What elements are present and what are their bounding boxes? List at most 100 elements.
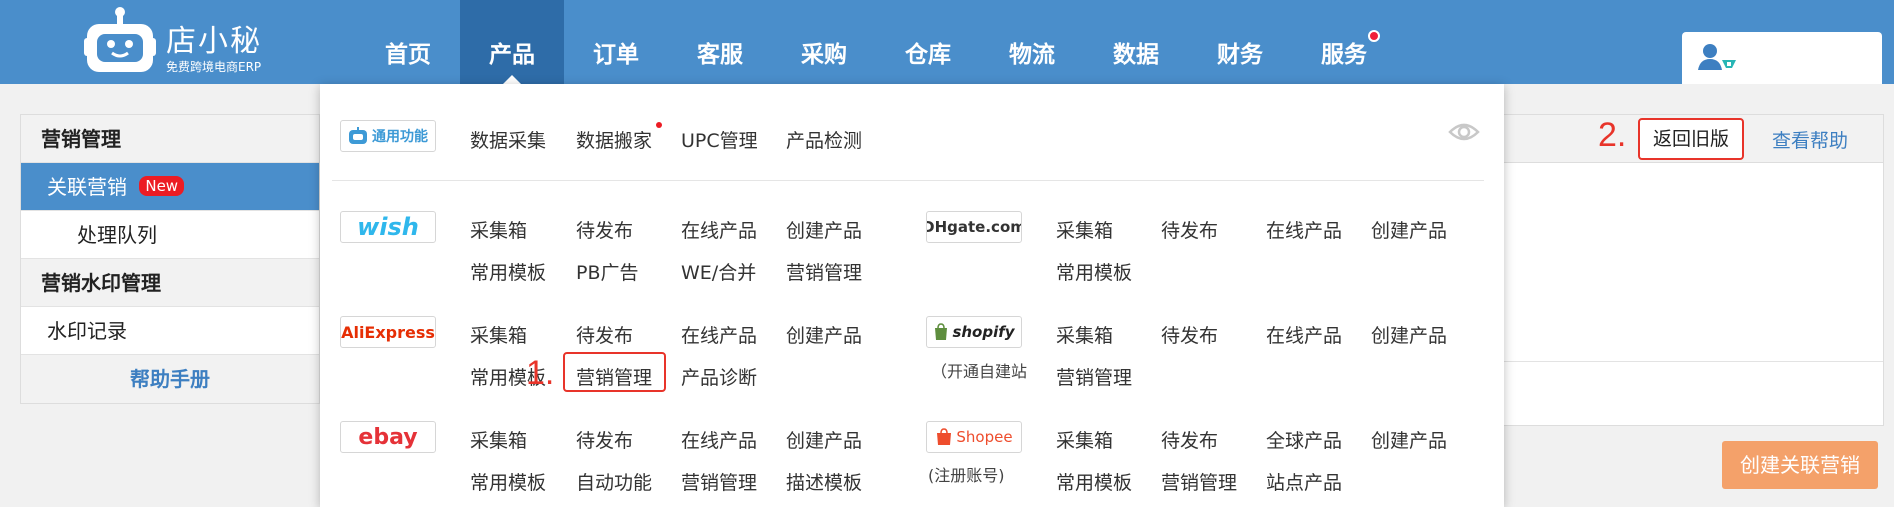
shopee-templates[interactable]: 常用模板 <box>1056 468 1132 495</box>
app-logo[interactable]: 店小秘 免费跨境电商ERP <box>84 6 284 76</box>
eye-icon[interactable] <box>1448 120 1480 144</box>
nav-purchase[interactable]: 采购 <box>772 0 876 84</box>
notification-dot <box>1368 30 1380 42</box>
shopify-marketing[interactable]: 营销管理 <box>1056 363 1132 390</box>
robot-small-icon <box>349 127 367 144</box>
dhgate-pending[interactable]: 待发布 <box>1161 216 1218 243</box>
shopify-create-product[interactable]: 创建产品 <box>1371 321 1447 348</box>
robot-logo-icon <box>84 7 156 72</box>
nav-orders[interactable]: 订单 <box>564 0 668 84</box>
wish-collection-box[interactable]: 采集箱 <box>470 216 527 243</box>
wish-templates[interactable]: 常用模板 <box>470 258 546 285</box>
ebay-online-products[interactable]: 在线产品 <box>681 426 757 453</box>
ebay-marketing[interactable]: 营销管理 <box>681 468 757 495</box>
back-to-old-version-button[interactable]: 返回旧版 <box>1638 118 1744 160</box>
wish-pending[interactable]: 待发布 <box>576 216 633 243</box>
link-data-collection[interactable]: 数据采集 <box>470 126 546 153</box>
sidebar-item-watermark-records[interactable]: 水印记录 <box>21 307 319 355</box>
shopee-marketing[interactable]: 营销管理 <box>1161 468 1237 495</box>
red-dot-indicator <box>656 122 662 128</box>
dhgate-create-product[interactable]: 创建产品 <box>1371 216 1447 243</box>
view-help-link[interactable]: 查看帮助 <box>1772 126 1848 153</box>
aliexpress-product-diagnosis[interactable]: 产品诊断 <box>681 363 757 390</box>
nav-products[interactable]: 产品 <box>460 0 564 84</box>
dhgate-templates[interactable]: 常用模板 <box>1056 258 1132 285</box>
shopee-collection-box[interactable]: 采集箱 <box>1056 426 1113 453</box>
sidebar-item-label: 关联营销 <box>47 175 127 199</box>
sidebar-section-marketing: 营销管理 <box>21 115 319 163</box>
nav-services-label: 服务 <box>1321 42 1367 68</box>
shopee-global-products[interactable]: 全球产品 <box>1266 426 1342 453</box>
shopee-register-link[interactable]: (注册账号) <box>928 462 1005 486</box>
link-data-migration[interactable]: 数据搬家 <box>576 126 652 153</box>
aliexpress-logo: AliExpress <box>340 316 436 348</box>
wish-we-merge[interactable]: WE/合并 <box>681 258 756 285</box>
shopee-logo-text: Shopee <box>956 428 1013 446</box>
link-product-detection[interactable]: 产品检测 <box>786 126 862 153</box>
shopify-open-site-link[interactable]: （开通自建站 <box>931 358 1027 382</box>
wish-logo: wish <box>340 211 436 243</box>
wish-marketing[interactable]: 营销管理 <box>786 258 862 285</box>
dhgate-collection-box[interactable]: 采集箱 <box>1056 216 1113 243</box>
ebay-logo: ebay <box>340 421 436 453</box>
shopee-bag-icon <box>937 428 952 445</box>
wish-online-products[interactable]: 在线产品 <box>681 216 757 243</box>
user-menu[interactable] <box>1682 32 1882 84</box>
shopify-online-products[interactable]: 在线产品 <box>1266 321 1342 348</box>
ebay-collection-box[interactable]: 采集箱 <box>470 426 527 453</box>
shopify-bag-icon <box>935 323 948 340</box>
wish-create-product[interactable]: 创建产品 <box>786 216 862 243</box>
link-upc-management[interactable]: UPC管理 <box>681 126 758 153</box>
dhgate-online-products[interactable]: 在线产品 <box>1266 216 1342 243</box>
sidebar-item-queue[interactable]: 处理队列 <box>21 211 319 259</box>
aliexpress-collection-box[interactable]: 采集箱 <box>470 321 527 348</box>
help-manual-link[interactable]: 帮助手册 <box>21 355 319 403</box>
create-related-marketing-button[interactable]: 创建关联营销 <box>1722 441 1878 489</box>
brand-name: 店小秘 <box>166 24 262 59</box>
ebay-create-product[interactable]: 创建产品 <box>786 426 862 453</box>
nav-data[interactable]: 数据 <box>1084 0 1188 84</box>
dropdown-divider <box>332 180 1484 181</box>
annotation-marker-1: 1. <box>526 354 555 392</box>
nav-logistics[interactable]: 物流 <box>980 0 1084 84</box>
sidebar-section-watermark: 营销水印管理 <box>21 259 319 307</box>
products-dropdown-menu: 通用功能 数据采集 数据搬家 UPC管理 产品检测 wish 采集箱 待发布 在… <box>320 84 1504 507</box>
sidebar: 营销管理 关联营销 New 处理队列 营销水印管理 水印记录 帮助手册 <box>20 114 320 404</box>
user-plus-icon <box>1698 44 1736 70</box>
aliexpress-marketing[interactable]: 营销管理 <box>576 363 652 390</box>
wish-logo-text: wish <box>357 213 419 241</box>
shopee-create-product[interactable]: 创建产品 <box>1371 426 1447 453</box>
ebay-templates[interactable]: 常用模板 <box>470 468 546 495</box>
ebay-pending[interactable]: 待发布 <box>576 426 633 453</box>
ebay-auto-functions[interactable]: 自动功能 <box>576 468 652 495</box>
shopify-pending[interactable]: 待发布 <box>1161 321 1218 348</box>
nav-warehouse[interactable]: 仓库 <box>876 0 980 84</box>
aliexpress-create-product[interactable]: 创建产品 <box>786 321 862 348</box>
nav-home[interactable]: 首页 <box>356 0 460 84</box>
sidebar-item-related-marketing[interactable]: 关联营销 New <box>21 163 319 211</box>
nav-customer-service[interactable]: 客服 <box>668 0 772 84</box>
annotation-marker-2: 2. <box>1598 116 1627 154</box>
top-header: 店小秘 免费跨境电商ERP 首页 产品 订单 客服 采购 仓库 物流 数据 财务… <box>0 0 1894 84</box>
aliexpress-logo-text: AliExpress <box>341 322 435 342</box>
main-nav: 首页 产品 订单 客服 采购 仓库 物流 数据 财务 服务 <box>356 0 1396 84</box>
nav-finance[interactable]: 财务 <box>1188 0 1292 84</box>
aliexpress-online-products[interactable]: 在线产品 <box>681 321 757 348</box>
shopee-logo: Shopee <box>926 421 1022 453</box>
general-functions-logo: 通用功能 <box>340 120 436 152</box>
shopify-logo: shopify <box>926 316 1022 348</box>
shopify-collection-box[interactable]: 采集箱 <box>1056 321 1113 348</box>
ebay-description-templates[interactable]: 描述模板 <box>786 468 862 495</box>
wish-pb-ads[interactable]: PB广告 <box>576 258 639 285</box>
new-badge: New <box>139 176 185 196</box>
general-functions-logo-text: 通用功能 <box>372 129 428 145</box>
dhgate-logo: DHgate.com <box>926 211 1022 243</box>
shopee-pending[interactable]: 待发布 <box>1161 426 1218 453</box>
ebay-logo-text: ebay <box>358 424 418 450</box>
nav-services[interactable]: 服务 <box>1292 0 1396 84</box>
brand-tagline: 免费跨境电商ERP <box>166 60 262 74</box>
dhgate-logo-text: DHgate.com <box>926 218 1022 236</box>
aliexpress-pending[interactable]: 待发布 <box>576 321 633 348</box>
shopee-site-products[interactable]: 站点产品 <box>1266 468 1342 495</box>
shopify-logo-text: shopify <box>952 323 1015 341</box>
